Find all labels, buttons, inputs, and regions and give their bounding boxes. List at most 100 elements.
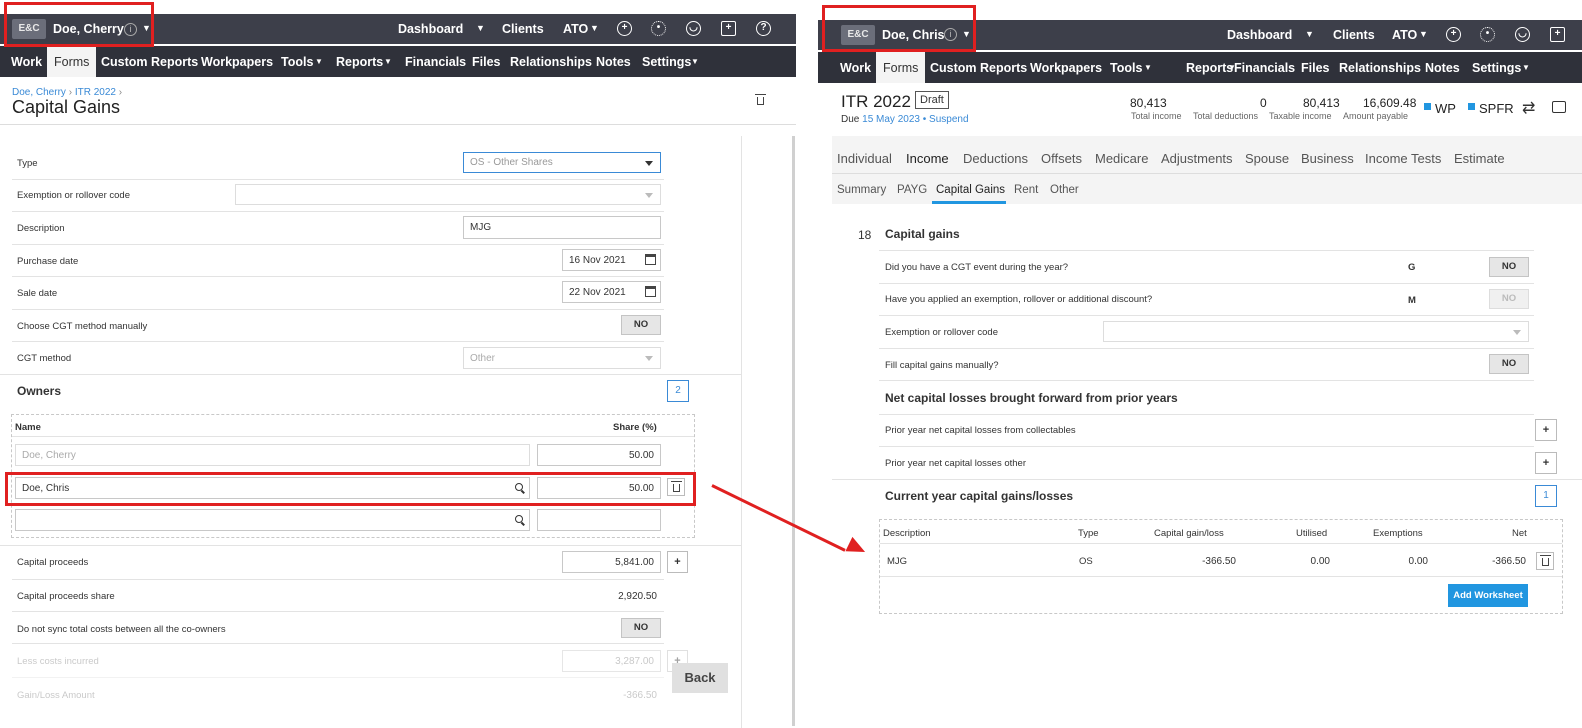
add-loss-other-button[interactable]: + [1535, 452, 1557, 474]
chevron-down-icon[interactable]: ▼ [1419, 29, 1428, 39]
tab-spouse[interactable]: Spouse [1245, 151, 1289, 166]
owner-share-input[interactable] [537, 509, 661, 531]
nav-relationships[interactable]: Relationships [1332, 52, 1428, 83]
tab-individual[interactable]: Individual [837, 151, 892, 166]
delete-row-icon[interactable] [1536, 552, 1554, 570]
clients-link[interactable]: Clients [502, 22, 544, 36]
cgt-event-toggle[interactable]: NO [1489, 257, 1529, 277]
user-icon[interactable]: ◡ [1515, 27, 1530, 42]
owners-count[interactable]: 2 [667, 380, 689, 402]
nav-relationships[interactable]: Relationships [503, 46, 599, 77]
cgt-manual-toggle[interactable]: NO [621, 315, 661, 335]
nav-forms[interactable]: Forms [876, 52, 926, 83]
calendar-icon[interactable] [645, 254, 656, 265]
nav-custom-reports[interactable]: Custom Reports [923, 52, 1034, 83]
chevron-down-icon[interactable]: ▼ [590, 23, 599, 33]
tab-income-tests[interactable]: Income Tests [1365, 151, 1441, 166]
back-button[interactable]: Back [672, 663, 728, 693]
spfr-label[interactable]: SPFR [1479, 101, 1514, 116]
dashboard-link[interactable]: Dashboard [398, 22, 463, 36]
client-name[interactable]: Doe, Chris [882, 28, 945, 42]
tab-deductions[interactable]: Deductions [963, 151, 1028, 166]
due-date[interactable]: 15 May 2023 [862, 114, 920, 125]
exemption-select[interactable] [235, 184, 661, 205]
chevron-down-icon[interactable]: ▼ [1305, 29, 1314, 39]
nav-settings[interactable]: Settings [635, 46, 698, 77]
nav-tools[interactable]: Tools [1103, 52, 1149, 83]
tab-estimate[interactable]: Estimate [1454, 151, 1505, 166]
owner-share-input[interactable]: 50.00 [537, 444, 661, 466]
print-icon[interactable] [1552, 101, 1566, 113]
nav-notes[interactable]: Notes [1418, 52, 1467, 83]
exemption-toggle[interactable]: NO [1489, 289, 1529, 309]
tab-medicare[interactable]: Medicare [1095, 151, 1148, 166]
nav-tools[interactable]: Tools [274, 46, 320, 77]
plus-icon[interactable]: + [1446, 27, 1461, 42]
nav-settings[interactable]: Settings [1465, 52, 1528, 83]
gear-icon[interactable]: • [651, 21, 666, 36]
current-year-count[interactable]: 1 [1535, 485, 1557, 507]
subtab-rent[interactable]: Rent [1014, 184, 1038, 196]
tab-offsets[interactable]: Offsets [1041, 151, 1082, 166]
client-name[interactable]: Doe, Cherry [53, 22, 124, 36]
clients-link[interactable]: Clients [1333, 28, 1375, 42]
chevron-down-icon[interactable]: ▼ [476, 23, 485, 33]
subtab-capital-gains[interactable]: Capital Gains [936, 184, 1005, 196]
nav-files[interactable]: Files [1294, 52, 1337, 83]
gear-icon[interactable]: • [1480, 27, 1495, 42]
add-proceeds-button[interactable]: + [667, 551, 688, 573]
chevron-down-icon[interactable]: ▼ [962, 29, 971, 39]
add-loss-collectables-button[interactable]: + [1535, 419, 1557, 441]
practice-badge[interactable]: E&C [12, 19, 46, 39]
dashboard-link[interactable]: Dashboard [1227, 28, 1292, 42]
scrollbar[interactable] [792, 136, 795, 726]
delete-icon[interactable] [752, 92, 770, 110]
plus-icon[interactable]: + [617, 21, 632, 36]
tab-business[interactable]: Business [1301, 151, 1354, 166]
nav-forms[interactable]: Forms [47, 46, 97, 77]
nav-work[interactable]: Work [4, 46, 49, 77]
type-select[interactable]: OS - Other Shares [463, 152, 661, 173]
search-icon[interactable] [515, 515, 523, 523]
chevron-down-icon[interactable]: ▼ [142, 23, 151, 33]
wp-label[interactable]: WP [1435, 101, 1456, 116]
nav-custom-reports[interactable]: Custom Reports [94, 46, 205, 77]
nav-financials[interactable]: Financials [1227, 52, 1302, 83]
help-icon[interactable]: ? [756, 21, 771, 36]
subtab-summary[interactable]: Summary [837, 184, 886, 196]
nav-reports[interactable]: Reports [329, 46, 390, 77]
nav-files[interactable]: Files [465, 46, 508, 77]
subtab-payg[interactable]: PAYG [897, 184, 927, 196]
fill-manually-toggle[interactable]: NO [1489, 354, 1529, 374]
sale-date-input[interactable]: 22 Nov 2021 [562, 281, 661, 303]
info-icon[interactable]: i [124, 23, 137, 36]
nav-notes[interactable]: Notes [589, 46, 638, 77]
cgt-method-select[interactable]: Other [463, 347, 661, 369]
ato-menu[interactable]: ATO [563, 22, 588, 36]
owner-name-input[interactable]: Doe, Cherry [15, 444, 530, 466]
owner-name-input[interactable] [15, 509, 530, 531]
swap-icon[interactable]: ⇄ [1522, 98, 1535, 118]
user-icon[interactable]: ◡ [686, 21, 701, 36]
ato-menu[interactable]: ATO [1392, 28, 1417, 42]
subtab-other[interactable]: Other [1050, 184, 1079, 196]
add-worksheet-button[interactable]: Add Worksheet [1448, 584, 1528, 607]
tab-adjustments[interactable]: Adjustments [1161, 151, 1233, 166]
nav-financials[interactable]: Financials [398, 46, 473, 77]
practice-badge[interactable]: E&C [841, 25, 875, 45]
gift-icon[interactable]: + [1550, 27, 1565, 42]
owner-share-input[interactable]: 50.00 [537, 477, 661, 499]
proceeds-input[interactable]: 5,841.00 [562, 551, 661, 573]
suspend-link[interactable]: • Suspend [923, 114, 969, 125]
nav-workpapers[interactable]: Workpapers [194, 46, 280, 77]
tab-income[interactable]: Income [906, 151, 949, 166]
nav-work[interactable]: Work [833, 52, 878, 83]
exemption-code-select[interactable] [1103, 321, 1529, 342]
delete-owner-icon[interactable] [667, 478, 685, 496]
calendar-icon[interactable] [645, 286, 656, 297]
search-icon[interactable] [515, 483, 523, 491]
nav-workpapers[interactable]: Workpapers [1023, 52, 1109, 83]
nosync-toggle[interactable]: NO [621, 618, 661, 638]
gift-icon[interactable]: + [721, 21, 736, 36]
info-icon[interactable]: i [944, 28, 957, 41]
